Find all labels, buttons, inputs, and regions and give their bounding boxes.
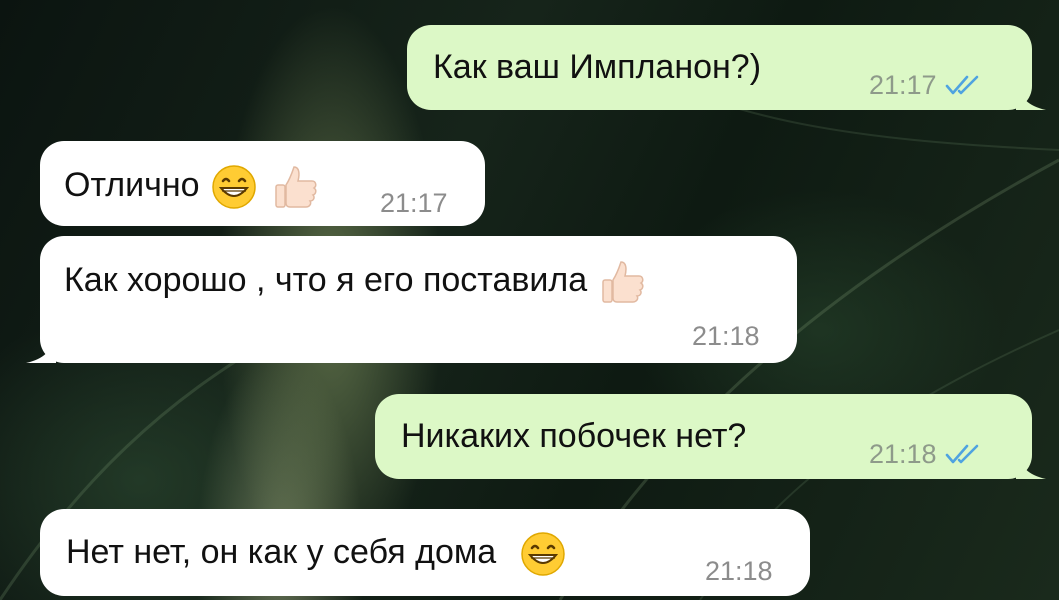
message-body: Нет нет, он как у себя дома bbox=[66, 532, 497, 571]
message-time: 21:17 bbox=[869, 70, 937, 100]
message-time: 21:17 bbox=[380, 188, 448, 218]
read-double-check-icon bbox=[945, 444, 978, 464]
message-bubble-outgoing[interactable]: Как ваш Импланон?) 21:17 bbox=[407, 25, 1046, 110]
message-time: 21:18 bbox=[869, 439, 937, 469]
message-time: 21:18 bbox=[692, 321, 760, 351]
thumbs-up-icon bbox=[275, 166, 317, 208]
message-text: Как хорошо , что я его поставила bbox=[64, 258, 647, 306]
read-double-check-icon bbox=[945, 75, 978, 95]
message-body: Отлично bbox=[64, 165, 200, 204]
message-bubble-outgoing[interactable]: Никаких побочек нет? 21:18 bbox=[375, 394, 1046, 479]
message-text: Нет нет, он как у себя дома bbox=[66, 531, 566, 577]
message-bubble-incoming[interactable]: Нет нет, он как у себя дома 21:18 bbox=[40, 509, 810, 596]
message-text: Как ваш Импланон?) bbox=[433, 48, 762, 86]
message-text: Никаких побочек нет? bbox=[401, 417, 747, 455]
bubble-tail bbox=[26, 333, 56, 363]
message-meta: 21:17 bbox=[380, 183, 448, 223]
message-text: Отлично bbox=[64, 163, 320, 211]
message-time: 21:18 bbox=[705, 556, 773, 586]
thumbs-up-icon bbox=[601, 261, 644, 303]
grinning-face-icon bbox=[520, 532, 565, 576]
bubble-tail bbox=[1016, 449, 1046, 479]
message-meta: 21:18 bbox=[692, 316, 760, 356]
message-meta: 21:18 bbox=[869, 434, 983, 474]
message-meta: 21:18 bbox=[705, 551, 773, 591]
message-body: Как хорошо , что я его поставила bbox=[64, 260, 588, 299]
grinning-face-icon bbox=[212, 165, 256, 209]
message-bubble-incoming[interactable]: Как хорошо , что я его поставила 21:18 bbox=[26, 236, 797, 363]
message-bubble-incoming[interactable]: Отлично 21:17 bbox=[40, 141, 485, 226]
bubble-tail bbox=[1016, 80, 1046, 110]
message-meta: 21:17 bbox=[869, 65, 983, 105]
